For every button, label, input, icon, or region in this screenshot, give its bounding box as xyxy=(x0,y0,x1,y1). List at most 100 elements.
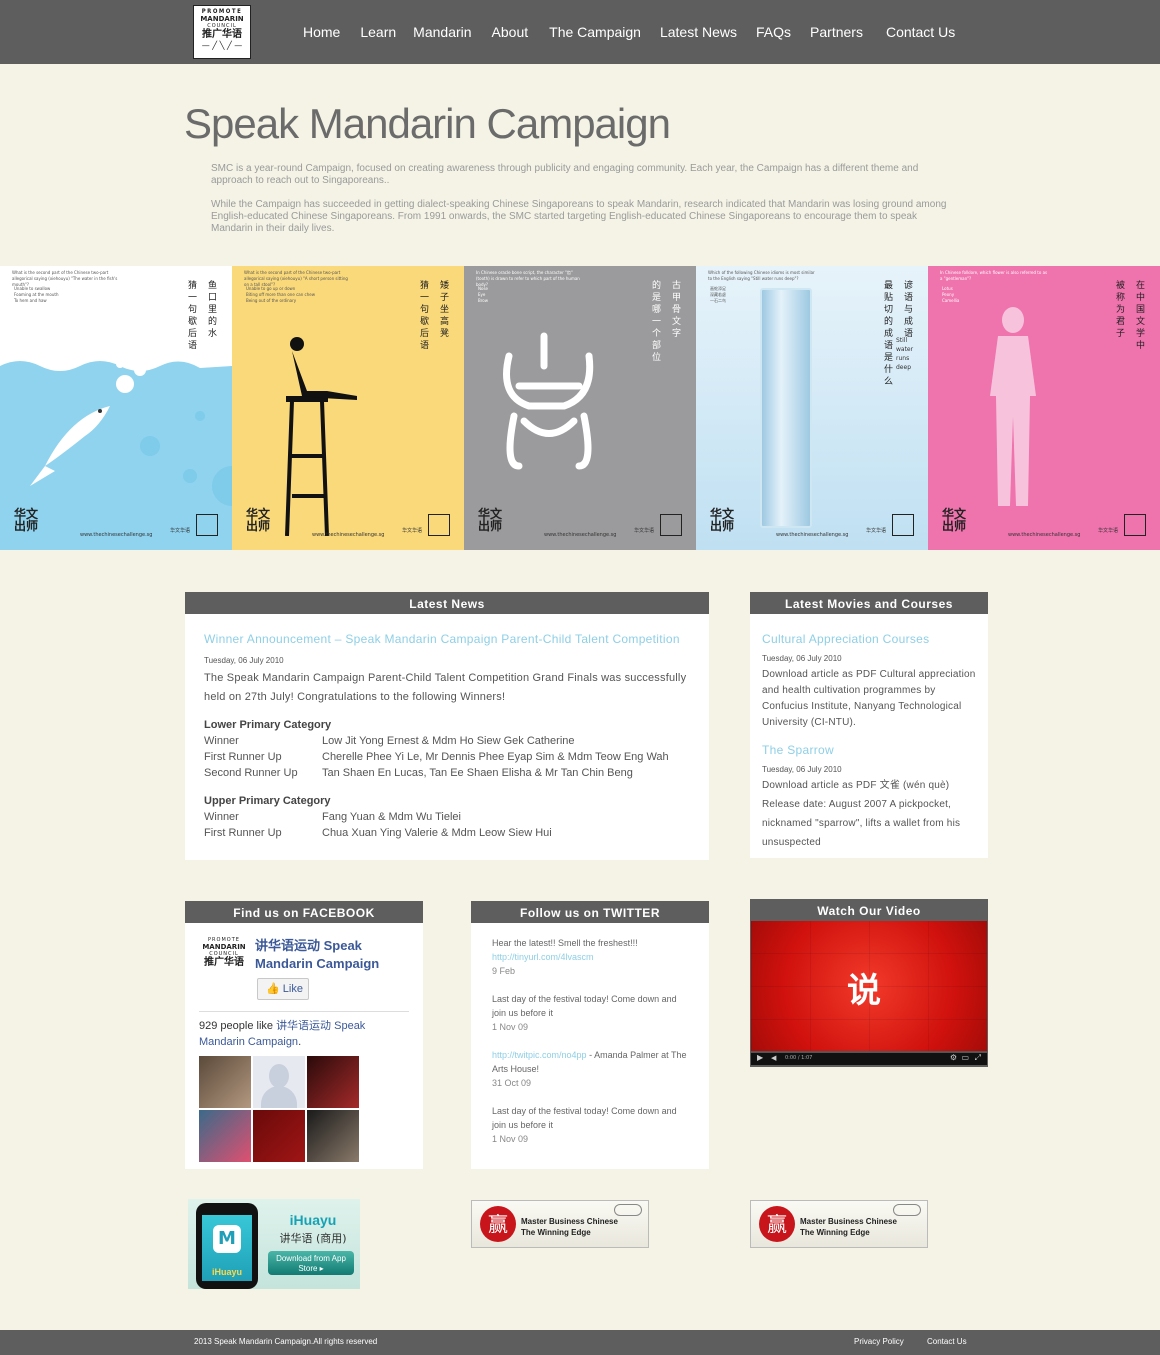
news-date: Tuesday, 06 July 2010 xyxy=(204,656,284,665)
news-text: The Speak Mandarin Campaign Parent-Child… xyxy=(204,672,687,703)
water-glass-illustration xyxy=(760,288,812,528)
footer-contact-link[interactable]: Contact Us xyxy=(927,1337,967,1346)
poster-character[interactable]: In Chinese oracle bone script, the chara… xyxy=(464,266,696,550)
fan-avatar[interactable] xyxy=(307,1110,359,1162)
privacy-policy-link[interactable]: Privacy Policy xyxy=(854,1337,904,1346)
poster-fish[interactable]: What is the second part of the Chinese t… xyxy=(0,266,232,550)
poster-org: 华文华语 xyxy=(633,528,654,534)
copyright: 2013 Speak Mandarin Campaign.All rights … xyxy=(194,1337,378,1346)
ihuayu-banner[interactable]: M iHuayu iHuayu 讲华语 (商用) Download from A… xyxy=(188,1199,360,1289)
latest-news-box: Latest News Winner Announcement – Speak … xyxy=(185,592,709,860)
movie-link[interactable]: The Sparrow xyxy=(762,743,976,757)
win-seal-icon: 赢 xyxy=(480,1206,516,1242)
intro-text: SMC is a year-round Campaign, focused on… xyxy=(211,163,951,247)
winner-row: Winner Fang Yuan & Mdm Wu Tielei xyxy=(204,811,461,823)
poster-question: Which of the following Chinese idioms is… xyxy=(708,270,815,281)
winner-row: First Runner Up Chua Xuan Ying Valerie & … xyxy=(204,827,552,839)
movie-date: Tuesday, 06 July 2010 xyxy=(762,765,842,774)
logo-line: 推广华语 xyxy=(202,29,242,40)
nav-mandarin[interactable]: Mandarin xyxy=(413,24,471,40)
poster-org: 华文华语 xyxy=(169,528,190,534)
tweet: http://twitpic.com/no4pp - Amanda Palmer… xyxy=(492,1050,687,1088)
facebook-like-button[interactable]: 👍 Like xyxy=(257,978,309,1000)
latest-movies-box: Latest Movies and Courses Cultural Appre… xyxy=(750,592,988,858)
intro-paragraph: While the Campaign has succeeded in gett… xyxy=(211,199,947,234)
tweet-link[interactable]: http://tinyurl.com/4lvascm xyxy=(492,952,594,962)
video-controls: ▶ ◀ 0:00 / 1:07 ⚙ ▭ ⤢ xyxy=(751,1051,987,1065)
banner-line1: Master Business Chinese xyxy=(521,1217,618,1226)
youtube-icon[interactable]: ▭ xyxy=(961,1053,969,1062)
poster-brand: 华文 出师 xyxy=(710,507,735,533)
poster-brand: 华文 出师 xyxy=(14,507,39,533)
business-chinese-banner-2[interactable]: 赢 Master Business Chinese The Winning Ed… xyxy=(750,1200,928,1248)
banner-line2: The Winning Edge xyxy=(800,1228,870,1237)
video-title-character: 说 xyxy=(847,971,881,1011)
poster-stool[interactable]: What is the second part of the Chinese t… xyxy=(232,266,464,550)
campaign-posters: What is the second part of the Chinese t… xyxy=(0,266,1160,550)
news-article-link[interactable]: Winner Announcement – Speak Mandarin Cam… xyxy=(204,632,690,646)
tweet-link[interactable]: http://twitpic.com/no4pp xyxy=(492,1050,587,1060)
twitter-heading: Follow us on TWITTER xyxy=(471,901,709,923)
app-name: iHuayu xyxy=(211,1267,242,1277)
poster-url: www.thechinesechallenge.sg xyxy=(776,532,849,538)
thumbs-up-icon: 👍 xyxy=(266,983,280,995)
nav-home[interactable]: Home xyxy=(303,24,340,40)
tweet: Last day of the festival today! Come dow… xyxy=(492,994,677,1032)
poster-org: 华文华语 xyxy=(865,528,886,534)
partner-logo-icon xyxy=(893,1204,921,1216)
win-seal-icon: 赢 xyxy=(759,1206,795,1242)
poster-brand: 华文 出师 xyxy=(478,507,503,533)
fan-avatar[interactable] xyxy=(253,1056,305,1108)
nav-partners[interactable]: Partners xyxy=(810,24,863,40)
poster-options: Unable to go up or down Biting off more t… xyxy=(246,286,315,303)
nav-about[interactable]: About xyxy=(492,24,529,40)
facebook-page-name[interactable]: 讲华语运动 Speak Mandarin Campaign xyxy=(255,937,405,973)
fan-avatar[interactable] xyxy=(199,1056,251,1108)
facebook-page-logo: PROMOTE MANDARIN COUNCIL 推广华语 xyxy=(202,937,246,968)
poster-logo xyxy=(428,514,450,536)
movie-link[interactable]: Cultural Appreciation Courses xyxy=(762,632,976,646)
volume-icon[interactable]: ◀ xyxy=(771,1054,776,1062)
video-time: 0:00 / 1:07 xyxy=(785,1055,813,1061)
fan-avatar[interactable] xyxy=(307,1056,359,1108)
nav-latest-news[interactable]: Latest News xyxy=(660,24,737,40)
poster-water[interactable]: Which of the following Chinese idioms is… xyxy=(696,266,928,550)
nav-faqs[interactable]: FAQs xyxy=(756,24,791,40)
page-title: Speak Mandarin Campaign xyxy=(184,100,671,147)
poster-title: 在中国文学中 xyxy=(1134,280,1144,352)
poster-subtitle: 猜一句歇后语 xyxy=(186,280,196,352)
latest-news-heading: Latest News xyxy=(185,592,709,614)
business-chinese-banner[interactable]: 赢 Master Business Chinese The Winning Ed… xyxy=(471,1200,649,1248)
logo-line: PROMOTE xyxy=(201,8,243,15)
fan-avatar[interactable] xyxy=(199,1110,251,1162)
app-store-button[interactable]: Download from App Store ▸ xyxy=(268,1251,354,1275)
play-icon[interactable]: ▶ xyxy=(757,1053,763,1062)
poster-options: Unable to swallow Foaming at the mouth To … xyxy=(14,286,59,303)
winner-row: First Runner Up Cherelle Phee Yi Le, Mr D… xyxy=(204,751,669,763)
nav-contact-us[interactable]: Contact Us xyxy=(886,24,955,40)
poster-title: 矮子坐高凳 xyxy=(438,280,448,340)
main-nav: Home Learn Mandarin About The Campaign L… xyxy=(303,0,955,64)
poster-subtitle: 被称为君子 xyxy=(1114,280,1124,340)
tweet: Last day of the festival today! Come dow… xyxy=(492,1106,677,1144)
fullscreen-icon[interactable]: ⤢ xyxy=(975,1053,981,1063)
tweet: Hear the latest!! Smell the freshest!!! … xyxy=(492,938,638,976)
poster-subtitle: 猜一句歇后语 xyxy=(418,280,428,352)
category-title: Lower Primary Category xyxy=(204,719,332,731)
nav-the-campaign[interactable]: The Campaign xyxy=(549,24,641,40)
poster-figure[interactable]: In Chinese folklore, which flower is als… xyxy=(928,266,1160,550)
banner-line2: The Winning Edge xyxy=(521,1228,591,1237)
winner-row: Winner Low Jit Yong Ernest & Mdm Ho Siew … xyxy=(204,735,575,747)
poster-logo xyxy=(892,514,914,536)
facebook-fans-grid xyxy=(199,1056,359,1162)
settings-icon[interactable]: ⚙ xyxy=(950,1053,957,1062)
latest-movies-heading: Latest Movies and Courses xyxy=(750,592,988,614)
fan-avatar[interactable] xyxy=(253,1110,305,1162)
video-player[interactable]: 说 ▶ ◀ 0:00 / 1:07 ⚙ ▭ ⤢ xyxy=(751,921,987,1065)
banner-line1: Master Business Chinese xyxy=(800,1217,897,1226)
video-box: Watch Our Video 说 ▶ ◀ 0:00 / 1:07 ⚙ ▭ ⤢ xyxy=(750,899,988,1067)
nav-learn[interactable]: Learn xyxy=(360,24,396,40)
poster-title: 鱼口里的水 xyxy=(206,280,216,340)
site-logo[interactable]: PROMOTE MANDARIN COUNCIL 推广华语 — ╱ ╲ ╱ — xyxy=(193,5,251,59)
ihuayu-title: iHuayu xyxy=(289,1212,337,1228)
